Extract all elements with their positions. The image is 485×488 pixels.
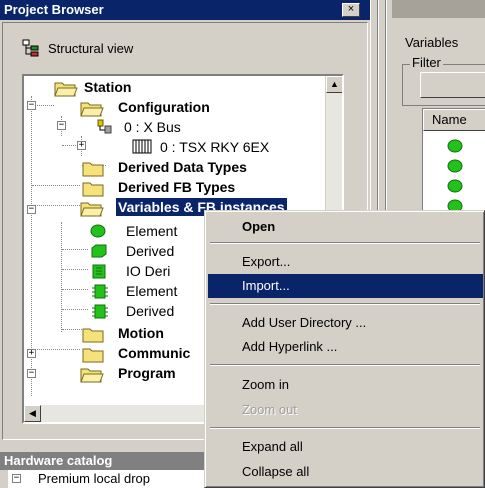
structural-view-tab[interactable]: Structural view: [22, 37, 133, 59]
menu-item-import[interactable]: Import...: [208, 274, 483, 298]
structural-view-label: Structural view: [48, 40, 134, 56]
tree-item-communication[interactable]: Communic: [118, 344, 190, 362]
menu-separator: [210, 364, 480, 366]
scroll-left-icon[interactable]: ◀: [24, 405, 41, 422]
menu-item-add-user-directory[interactable]: Add User Directory ...: [208, 311, 483, 335]
scroll-up-icon[interactable]: ▲: [326, 76, 342, 93]
tree-item-program[interactable]: Program: [118, 364, 176, 382]
tree-item-io-derived-variables[interactable]: IO Deri: [126, 262, 170, 280]
tree-item-rack[interactable]: 0 : TSX RKY 6EX: [160, 138, 269, 156]
green-dot-icon: [447, 179, 463, 193]
folder-open-icon: [80, 368, 104, 383]
derived-variable-icon: [91, 244, 107, 258]
io-variable-icon: [92, 264, 106, 279]
hardware-catalog-item-label: Premium local drop: [38, 471, 150, 486]
hardware-catalog-item[interactable]: − Premium local drop: [8, 470, 208, 488]
tree-item-derived-fb-instances[interactable]: Derived: [126, 302, 174, 320]
structural-view-icon: [22, 39, 39, 57]
expand-icon[interactable]: +: [27, 349, 36, 358]
tree-item-configuration[interactable]: Configuration: [118, 98, 210, 116]
project-browser-title: Project Browser: [0, 0, 370, 20]
menu-item-add-hyperlink[interactable]: Add Hyperlink ...: [208, 335, 483, 359]
tree-item-motion[interactable]: Motion: [118, 324, 164, 342]
tree-item-elementary-fb-instances[interactable]: Element: [126, 282, 177, 300]
folder-icon: [82, 348, 104, 363]
filter-button[interactable]: [420, 72, 485, 98]
folder-open-icon: [54, 82, 78, 97]
context-menu: Open Export... Import... Add User Direct…: [204, 210, 485, 488]
tree-item-derived-data-types[interactable]: Derived Data Types: [118, 158, 247, 176]
bus-icon: [97, 119, 112, 134]
folder-icon: [82, 182, 104, 197]
menu-item-expand-all[interactable]: Expand all: [208, 435, 483, 459]
collapse-icon[interactable]: −: [57, 121, 66, 130]
collapse-icon[interactable]: −: [12, 474, 21, 483]
tree-item-elementary-variables[interactable]: Element: [126, 222, 177, 240]
green-dot-icon: [447, 139, 463, 153]
collapse-icon[interactable]: −: [27, 101, 36, 110]
folder-open-icon: [80, 102, 104, 117]
collapse-icon[interactable]: −: [27, 369, 36, 378]
menu-item-zoom-in[interactable]: Zoom in: [208, 373, 483, 397]
menu-item-zoom-out: Zoom out: [242, 402, 297, 417]
fb-instance-icon: [92, 284, 108, 299]
tree-item-derived-variables[interactable]: Derived: [126, 242, 174, 260]
menu-separator: [210, 303, 480, 305]
close-icon[interactable]: ×: [342, 3, 360, 17]
variables-panel-title: [392, 0, 485, 18]
folder-open-icon: [80, 202, 104, 217]
expand-icon[interactable]: +: [77, 141, 86, 150]
fb-instance-icon: [92, 304, 108, 319]
tree-item-x-bus[interactable]: 0 : X Bus: [124, 118, 181, 136]
green-dot-icon: [447, 159, 463, 173]
menu-item-export[interactable]: Export...: [208, 250, 483, 274]
filter-label: Filter: [410, 55, 443, 70]
green-dot-icon: [90, 224, 106, 238]
menu-item-collapse-all[interactable]: Collapse all: [208, 460, 483, 484]
tree-item-derived-fb-types[interactable]: Derived FB Types: [118, 178, 235, 196]
collapse-icon[interactable]: −: [27, 205, 36, 214]
rack-icon: [132, 139, 152, 154]
folder-icon: [82, 162, 104, 177]
folder-icon: [82, 328, 104, 343]
menu-separator: [210, 242, 480, 244]
menu-item-open[interactable]: Open: [208, 215, 483, 239]
name-column-header[interactable]: Name: [423, 109, 485, 131]
tree-item-station[interactable]: Station: [84, 78, 131, 96]
variables-label: Variables: [405, 35, 459, 50]
menu-separator: [210, 427, 480, 429]
